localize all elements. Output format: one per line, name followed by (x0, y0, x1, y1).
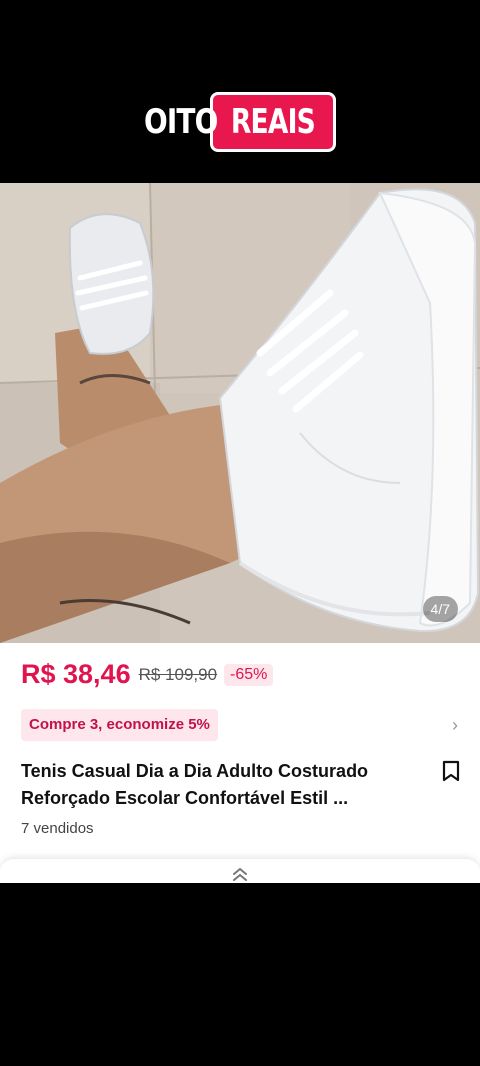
brand-logo: OITO REAIS (144, 92, 336, 152)
bottom-banner (0, 883, 480, 1066)
logo-text-left: OITO (144, 102, 218, 142)
product-title: Tenis Casual Dia a Dia Adulto Costurado … (21, 761, 369, 808)
price: R$ 38,46 (21, 659, 131, 689)
top-banner: OITO REAIS (0, 0, 480, 183)
sold-count: 7 vendidos (21, 820, 94, 837)
bottom-sheet-handle[interactable] (0, 858, 480, 883)
chevron-right-icon[interactable]: › (452, 715, 458, 736)
discount-badge: -65% (224, 663, 274, 686)
product-image[interactable] (0, 183, 480, 643)
old-price: R$ 109,90 (138, 664, 218, 684)
sneaker-photo (0, 183, 480, 643)
price-row: R$ 38,46 R$ 109,90 -65% (21, 659, 274, 690)
bundle-promo[interactable]: Compre 3, economize 5% (21, 709, 218, 741)
chevron-up-icon[interactable] (232, 867, 248, 881)
logo-text-right: REAIS (230, 102, 316, 142)
logo-badge: REAIS (210, 92, 336, 152)
bookmark-icon[interactable] (442, 760, 460, 787)
image-counter: 4/7 (422, 596, 458, 622)
product-info: R$ 38,46 R$ 109,90 -65% Compre 3, econom… (0, 643, 480, 883)
